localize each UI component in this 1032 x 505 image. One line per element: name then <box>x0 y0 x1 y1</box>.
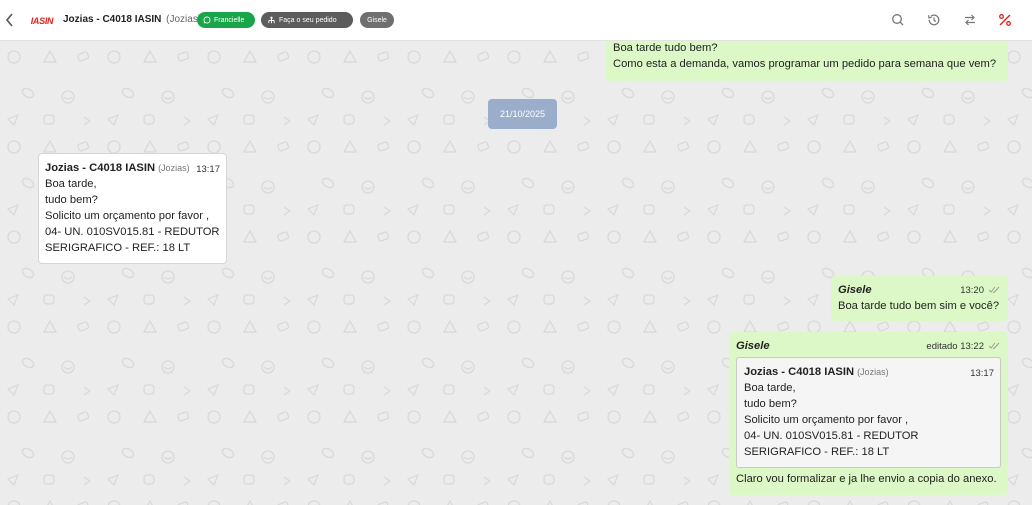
search-icon[interactable] <box>890 12 906 28</box>
message-outgoing[interactable]: Boa tarde tudo bem? Como esta a demanda,… <box>606 41 1008 81</box>
message-line: Solicito um orçamento por favor , <box>45 210 210 222</box>
tag-label: Faça o seu pedido <box>279 16 337 24</box>
message-incoming[interactable]: Jozias - C4018 IASIN (Jozias) 13:17 Boa t… <box>38 153 227 264</box>
quoted-line: Boa tarde, <box>744 382 796 394</box>
contact-name: Jozias - C4018 IASIN <box>63 14 162 25</box>
message-line: SERIGRAFICO - REF.: 18 LT <box>45 242 191 254</box>
message-sender: Jozias - C4018 IASIN (Jozias) <box>45 160 220 176</box>
message-line: Claro vou formalizar e ja lhe envio a co… <box>736 473 997 485</box>
quoted-sender: Jozias - C4018 IASIN (Jozias) <box>744 364 993 380</box>
whatsapp-icon <box>203 16 211 24</box>
message-line: Boa tarde tudo bem? <box>613 42 718 54</box>
quoted-line: Solicito um orçamento por favor , <box>744 414 909 426</box>
tag-label: Gisele <box>367 16 387 24</box>
message-time: 13:17 <box>196 164 220 175</box>
date-separator: 21/10/2025 <box>488 99 557 129</box>
tag-gisele[interactable]: Gisele <box>360 12 394 28</box>
message-line: Boa tarde tudo bem sim e você? <box>838 300 1000 312</box>
percent-icon[interactable] <box>997 12 1013 28</box>
message-line: 04- UN. 010SV015.81 - REDUTOR <box>45 226 220 238</box>
tag-faca-pedido[interactable]: Faça o seu pedido <box>261 12 353 28</box>
sender-org: (Jozias) <box>857 367 889 377</box>
contact-title[interactable]: Jozias - C4018 IASIN (Jozias) <box>63 14 201 25</box>
transfer-icon[interactable] <box>962 12 978 28</box>
contact-subtitle: (Jozias) <box>166 14 202 25</box>
tag-francielle[interactable]: Francielle <box>197 12 255 28</box>
message-line: Boa tarde, <box>45 178 97 190</box>
sitemap-icon <box>268 16 275 23</box>
contact-avatar[interactable]: IASIN <box>26 5 58 37</box>
message-outgoing[interactable]: Gisele 13:20 Boa tarde tudo bem sim e vo… <box>831 276 1008 321</box>
quoted-line: SERIGRAFICO - REF.: 18 LT <box>744 446 890 458</box>
chat-header: IASIN Jozias - C4018 IASIN (Jozias) Fran… <box>0 0 1032 41</box>
message-line: Como esta a demanda, vamos programar um … <box>613 58 997 70</box>
message-outgoing-reply[interactable]: Gisele editado 13:22 Jozias - C4018 IASI… <box>729 332 1008 495</box>
chat-area[interactable]: Boa tarde tudo bem? Como esta a demanda,… <box>0 41 1032 505</box>
quoted-line: 04- UN. 010SV015.81 - REDUTOR <box>744 430 919 442</box>
quoted-line: tudo bem? <box>744 398 797 410</box>
history-icon[interactable] <box>926 12 942 28</box>
message-time: 13:20 <box>960 283 1000 299</box>
message-time-text: 13:20 <box>960 285 984 296</box>
sender-name: Jozias - C4018 IASIN <box>744 366 855 378</box>
quoted-time: 13:17 <box>970 368 994 379</box>
back-arrow-icon[interactable] <box>3 11 17 29</box>
sender-org: (Jozias) <box>158 163 190 173</box>
sender-name: Jozias - C4018 IASIN <box>45 162 156 174</box>
message-line: tudo bem? <box>45 194 98 206</box>
quoted-message[interactable]: Jozias - C4018 IASIN (Jozias) 13:17 Boa t… <box>736 357 1001 468</box>
double-check-icon <box>988 287 1000 294</box>
message-time-text: editado 13:22 <box>926 341 984 352</box>
message-time: editado 13:22 <box>926 339 1000 355</box>
logo-text: IASIN <box>30 16 54 26</box>
tag-label: Francielle <box>214 16 245 24</box>
double-check-icon <box>988 343 1000 350</box>
